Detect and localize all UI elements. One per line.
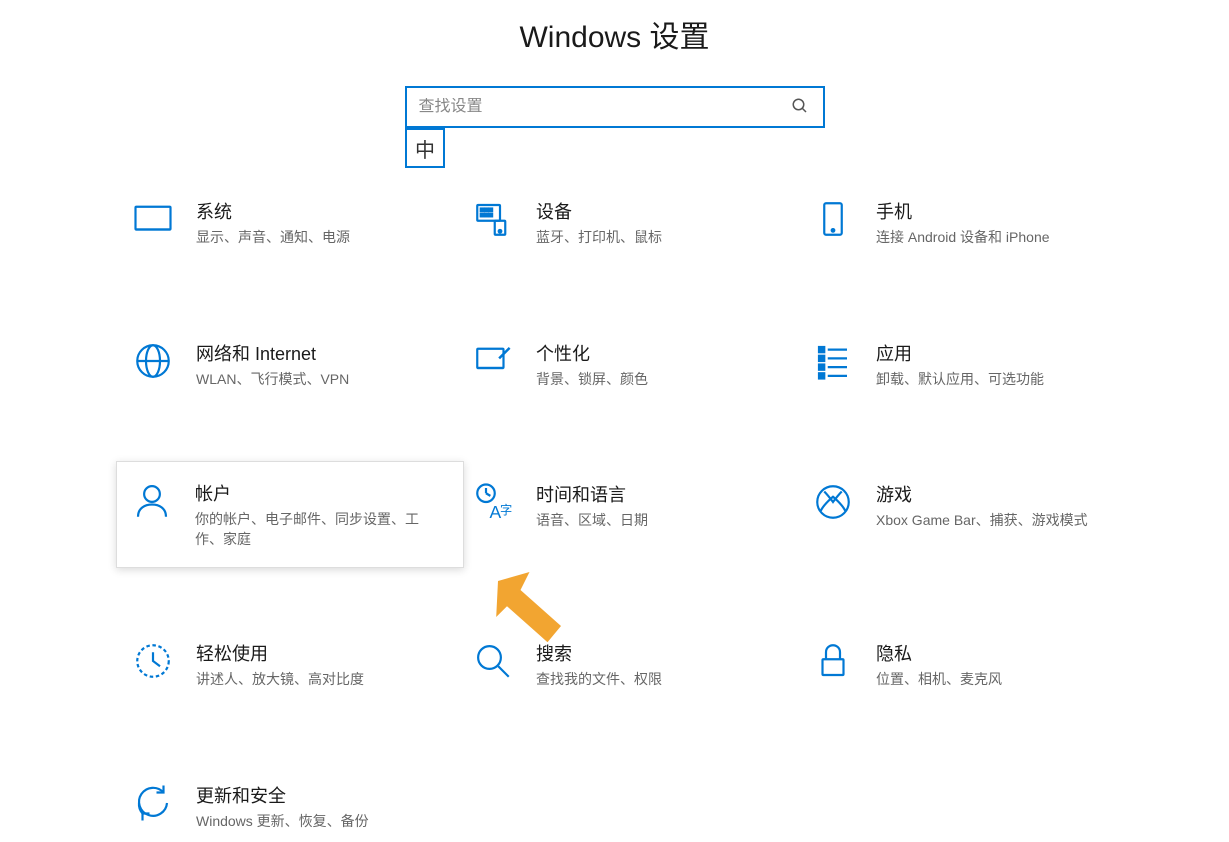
svg-text:字: 字 (500, 502, 512, 517)
tile-privacy[interactable]: 隐私 位置、相机、麦克风 (800, 630, 1140, 700)
search-category-icon (472, 640, 514, 682)
tile-update-security[interactable]: 更新和安全 Windows 更新、恢复、备份 (120, 772, 460, 842)
tile-desc: 查找我的文件、权限 (536, 670, 768, 690)
tile-accounts[interactable]: 帐户 你的帐户、电子邮件、同步设置、工作、家庭 (116, 461, 464, 568)
tile-search[interactable]: 搜索 查找我的文件、权限 (460, 630, 800, 700)
time-language-icon: A 字 (472, 481, 514, 523)
tile-desc: Xbox Game Bar、捕获、游戏模式 (876, 511, 1108, 531)
tile-title: 轻松使用 (196, 640, 428, 666)
tile-title: 设备 (536, 198, 768, 224)
tile-title: 应用 (876, 340, 1108, 366)
tile-title: 系统 (196, 198, 428, 224)
search-icon (791, 97, 811, 117)
tile-text: 网络和 Internet WLAN、飞行模式、VPN (196, 340, 448, 390)
tile-text: 手机 连接 Android 设备和 iPhone (876, 198, 1128, 248)
tile-desc: 卸载、默认应用、可选功能 (876, 370, 1108, 390)
tile-title: 游戏 (876, 481, 1108, 507)
tile-title: 时间和语言 (536, 481, 768, 507)
tile-ease-of-access[interactable]: 轻松使用 讲述人、放大镜、高对比度 (120, 630, 460, 700)
tile-gaming[interactable]: 游戏 Xbox Game Bar、捕获、游戏模式 (800, 471, 1140, 558)
tile-title: 更新和安全 (196, 782, 428, 808)
tile-devices[interactable]: 设备 蓝牙、打印机、鼠标 (460, 188, 800, 258)
tile-text: 搜索 查找我的文件、权限 (536, 640, 788, 690)
tile-text: 隐私 位置、相机、麦克风 (876, 640, 1128, 690)
page-title: Windows 设置 (0, 0, 1229, 86)
tile-text: 个性化 背景、锁屏、颜色 (536, 340, 788, 390)
tile-time-language[interactable]: A 字 时间和语言 语音、区域、日期 (460, 471, 800, 558)
search-container: 中 (0, 86, 1229, 128)
tile-title: 网络和 Internet (196, 340, 428, 366)
ime-indicator[interactable]: 中 (405, 128, 445, 168)
tile-title: 帐户 (195, 480, 429, 506)
tile-desc: 你的帐户、电子邮件、同步设置、工作、家庭 (195, 510, 429, 549)
tile-text: 时间和语言 语音、区域、日期 (536, 481, 788, 531)
tile-text: 应用 卸载、默认应用、可选功能 (876, 340, 1128, 390)
search-box[interactable] (405, 86, 825, 128)
ease-of-access-icon (132, 640, 174, 682)
tile-desc: 位置、相机、麦克风 (876, 670, 1108, 690)
xbox-icon (812, 481, 854, 523)
search-input[interactable] (419, 98, 791, 116)
tile-text: 游戏 Xbox Game Bar、捕获、游戏模式 (876, 481, 1128, 531)
tile-desc: WLAN、飞行模式、VPN (196, 370, 428, 390)
apps-icon (812, 340, 854, 382)
phone-icon (812, 198, 854, 240)
tile-system[interactable]: 系统 显示、声音、通知、电源 (120, 188, 460, 258)
tile-desc: Windows 更新、恢复、备份 (196, 812, 428, 832)
tile-text: 系统 显示、声音、通知、电源 (196, 198, 448, 248)
person-icon (131, 480, 173, 522)
tile-text: 设备 蓝牙、打印机、鼠标 (536, 198, 788, 248)
tile-desc: 显示、声音、通知、电源 (196, 228, 428, 248)
lock-icon (812, 640, 854, 682)
tile-desc: 背景、锁屏、颜色 (536, 370, 768, 390)
tile-desc: 连接 Android 设备和 iPhone (876, 228, 1108, 248)
tile-network[interactable]: 网络和 Internet WLAN、飞行模式、VPN (120, 330, 460, 400)
tile-phone[interactable]: 手机 连接 Android 设备和 iPhone (800, 188, 1140, 258)
tile-desc: 蓝牙、打印机、鼠标 (536, 228, 768, 248)
tile-text: 轻松使用 讲述人、放大镜、高对比度 (196, 640, 448, 690)
tile-desc: 语音、区域、日期 (536, 511, 768, 531)
tile-personalization[interactable]: 个性化 背景、锁屏、颜色 (460, 330, 800, 400)
globe-icon (132, 340, 174, 382)
tile-title: 隐私 (876, 640, 1108, 666)
tile-text: 更新和安全 Windows 更新、恢复、备份 (196, 782, 448, 832)
display-icon (132, 198, 174, 240)
tile-title: 个性化 (536, 340, 768, 366)
tile-apps[interactable]: 应用 卸载、默认应用、可选功能 (800, 330, 1140, 400)
update-icon (132, 782, 174, 824)
personalization-icon (472, 340, 514, 382)
tile-title: 手机 (876, 198, 1108, 224)
tile-title: 搜索 (536, 640, 768, 666)
tile-desc: 讲述人、放大镜、高对比度 (196, 670, 428, 690)
devices-icon (472, 198, 514, 240)
tile-text: 帐户 你的帐户、电子邮件、同步设置、工作、家庭 (195, 480, 449, 549)
settings-grid: 系统 显示、声音、通知、电源 设备 蓝牙、打印机、鼠标 (120, 188, 1229, 842)
